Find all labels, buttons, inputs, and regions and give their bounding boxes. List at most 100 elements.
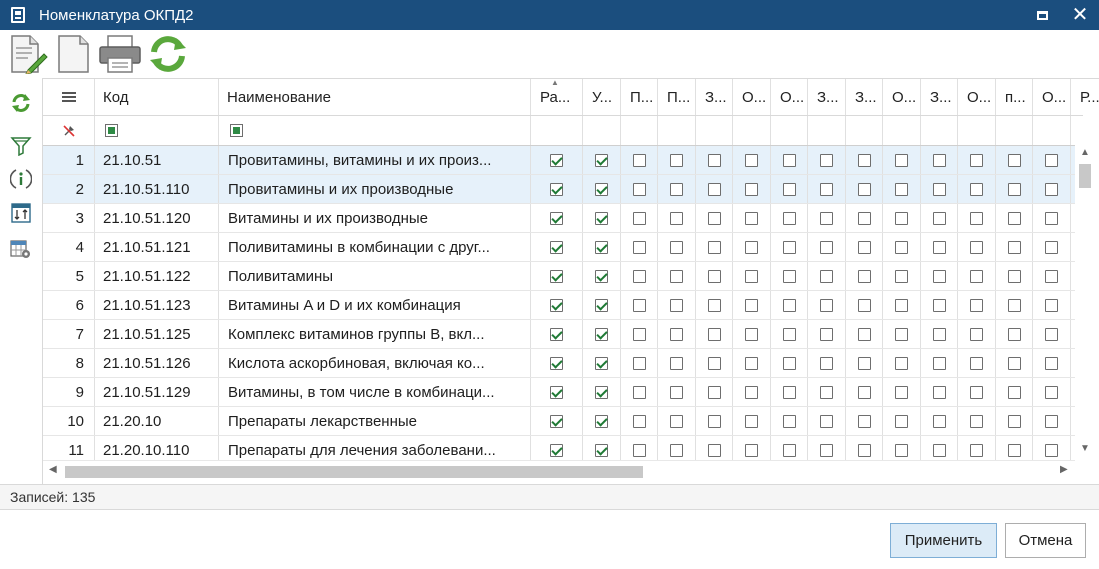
checkbox-unchecked[interactable]: [1045, 356, 1058, 370]
checkbox-unchecked[interactable]: [782, 327, 796, 341]
checkbox-unchecked[interactable]: [820, 182, 833, 196]
checkbox-unchecked[interactable]: [632, 298, 646, 312]
checkbox-unchecked[interactable]: [970, 153, 983, 167]
checkbox-unchecked[interactable]: [745, 414, 758, 428]
checkbox-unchecked[interactable]: [970, 269, 983, 283]
checkbox-unchecked[interactable]: [745, 182, 758, 196]
checkbox-unchecked[interactable]: [932, 211, 946, 225]
checkbox-unchecked[interactable]: [782, 182, 796, 196]
checkbox-unchecked[interactable]: [707, 327, 721, 341]
checkbox-unchecked[interactable]: [1045, 269, 1058, 283]
checkbox-unchecked[interactable]: [820, 443, 833, 457]
checkbox-unchecked[interactable]: [745, 269, 758, 283]
checkbox-unchecked[interactable]: [820, 414, 833, 428]
checkbox-unchecked[interactable]: [707, 153, 721, 167]
checkbox-unchecked[interactable]: [1007, 414, 1021, 428]
checkbox-checked[interactable]: [550, 269, 563, 283]
checkbox-unchecked[interactable]: [782, 240, 796, 254]
checkbox-unchecked[interactable]: [670, 414, 683, 428]
checkbox-unchecked[interactable]: [670, 240, 683, 254]
checkbox-unchecked[interactable]: [895, 182, 908, 196]
checkbox-unchecked[interactable]: [670, 153, 683, 167]
filter-flag-cell[interactable]: [771, 116, 808, 145]
checkbox-unchecked[interactable]: [932, 298, 946, 312]
checkbox-unchecked[interactable]: [707, 414, 721, 428]
cancel-button[interactable]: Отмена: [1005, 523, 1086, 558]
table-row[interactable]: 5 21.10.51.122 Поливитамины: [43, 262, 1083, 291]
checkbox-unchecked[interactable]: [857, 298, 871, 312]
table-row[interactable]: 6 21.10.51.123 Витамины A и D и их комбина…: [43, 291, 1083, 320]
checkbox-unchecked[interactable]: [745, 211, 758, 225]
checkbox-unchecked[interactable]: [670, 269, 683, 283]
filter-flag-cell[interactable]: [883, 116, 921, 145]
filter-flag-cell[interactable]: [583, 116, 621, 145]
checkbox-unchecked[interactable]: [932, 153, 946, 167]
sort-icon[interactable]: [10, 202, 32, 224]
checkbox-unchecked[interactable]: [632, 327, 646, 341]
checkbox-unchecked[interactable]: [857, 153, 871, 167]
checkbox-checked[interactable]: [550, 327, 563, 341]
checkbox-unchecked[interactable]: [632, 385, 646, 399]
table-row[interactable]: 8 21.10.51.126 Кислота аскорбиновая, включ…: [43, 349, 1083, 378]
checkbox-unchecked[interactable]: [632, 356, 646, 370]
checkbox-unchecked[interactable]: [895, 153, 908, 167]
checkbox-unchecked[interactable]: [932, 414, 946, 428]
checkbox-unchecked[interactable]: [932, 356, 946, 370]
checkbox-unchecked[interactable]: [857, 211, 871, 225]
checkbox-unchecked[interactable]: [970, 443, 983, 457]
checkbox-unchecked[interactable]: [895, 298, 908, 312]
checkbox-unchecked[interactable]: [1045, 327, 1058, 341]
filter-flag-cell[interactable]: [733, 116, 771, 145]
table-row[interactable]: 9 21.10.51.129 Витамины, в том числе в ком…: [43, 378, 1083, 407]
column-header-flag[interactable]: О...: [1033, 79, 1071, 115]
column-header-flag[interactable]: О...: [883, 79, 921, 115]
checkbox-unchecked[interactable]: [1007, 269, 1021, 283]
scroll-right-arrow-icon[interactable]: ▶: [1060, 464, 1068, 475]
filter-flag-cell[interactable]: [958, 116, 996, 145]
checkbox-unchecked[interactable]: [707, 240, 721, 254]
checkbox-unchecked[interactable]: [632, 211, 646, 225]
column-menu-button[interactable]: [43, 79, 95, 115]
checkbox-unchecked[interactable]: [670, 298, 683, 312]
table-row[interactable]: 7 21.10.51.125 Комплекс витаминов группы B…: [43, 320, 1083, 349]
checkbox-unchecked[interactable]: [895, 211, 908, 225]
checkbox-unchecked[interactable]: [1007, 327, 1021, 341]
checkbox-unchecked[interactable]: [707, 269, 721, 283]
checkbox-unchecked[interactable]: [895, 443, 908, 457]
checkbox-unchecked[interactable]: [632, 269, 646, 283]
checkbox-unchecked[interactable]: [745, 443, 758, 457]
filter-flag-cell[interactable]: [996, 116, 1033, 145]
checkbox-unchecked[interactable]: [1045, 443, 1058, 457]
checkbox-unchecked[interactable]: [1045, 153, 1058, 167]
checkbox-unchecked[interactable]: [895, 269, 908, 283]
table-settings-icon[interactable]: [10, 238, 32, 260]
checkbox-checked[interactable]: [595, 240, 608, 254]
checkbox-unchecked[interactable]: [895, 356, 908, 370]
checkbox-unchecked[interactable]: [782, 298, 796, 312]
checkbox-unchecked[interactable]: [745, 153, 758, 167]
checkbox-unchecked[interactable]: [745, 298, 758, 312]
checkbox-unchecked[interactable]: [632, 240, 646, 254]
checkbox-unchecked[interactable]: [632, 182, 646, 196]
checkbox-checked[interactable]: [595, 443, 608, 457]
checkbox-unchecked[interactable]: [745, 240, 758, 254]
checkbox-unchecked[interactable]: [820, 269, 833, 283]
column-header-flag[interactable]: П...: [658, 79, 696, 115]
checkbox-unchecked[interactable]: [820, 385, 833, 399]
column-header-flag[interactable]: П...: [621, 79, 658, 115]
checkbox-checked[interactable]: [550, 211, 563, 225]
checkbox-unchecked[interactable]: [970, 414, 983, 428]
checkbox-unchecked[interactable]: [932, 182, 946, 196]
column-header-flag[interactable]: З...: [808, 79, 846, 115]
column-header-flag[interactable]: Р...: [1071, 79, 1099, 115]
checkbox-unchecked[interactable]: [857, 327, 871, 341]
checkbox-checked[interactable]: [595, 385, 608, 399]
column-header-flag[interactable]: У...: [583, 79, 621, 115]
vertical-scroll-thumb[interactable]: [1079, 164, 1091, 188]
checkbox-checked[interactable]: [550, 240, 563, 254]
checkbox-unchecked[interactable]: [857, 182, 871, 196]
maximize-button[interactable]: [1030, 6, 1054, 24]
filter-icon[interactable]: [10, 134, 32, 156]
checkbox-checked[interactable]: [595, 211, 608, 225]
checkbox-checked[interactable]: [595, 182, 608, 196]
